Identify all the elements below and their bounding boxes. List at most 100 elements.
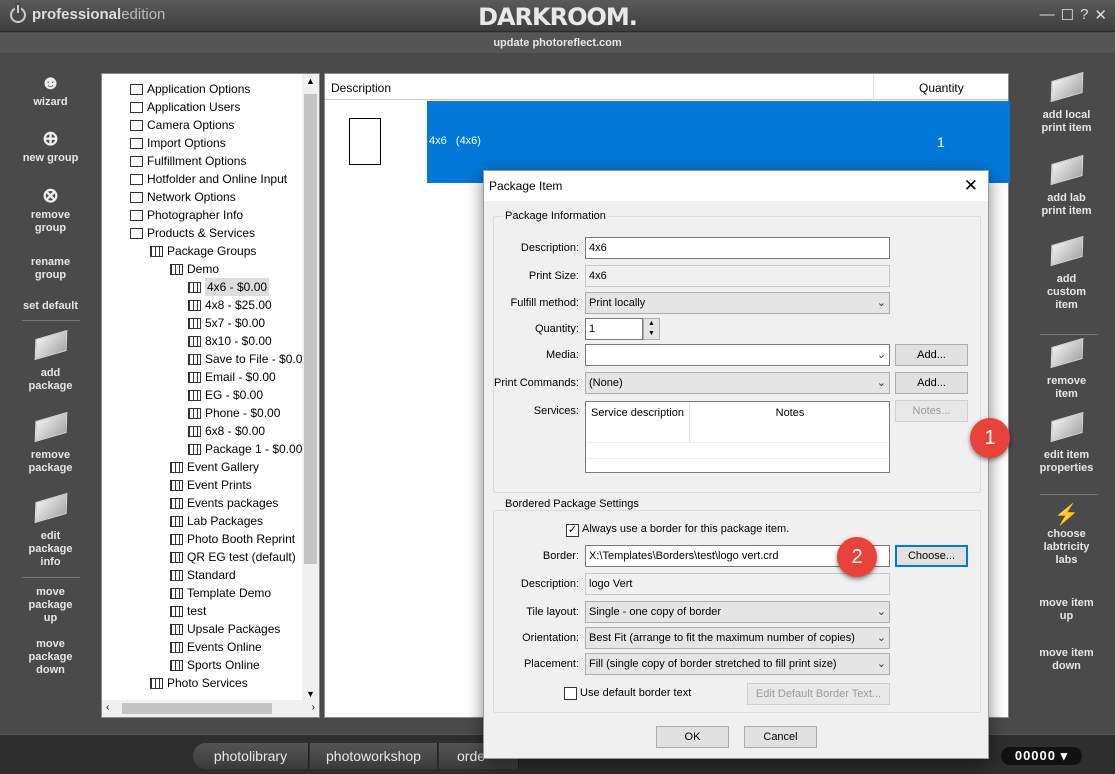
media-add-button[interactable]: Add... bbox=[895, 344, 968, 366]
scroll-right-icon[interactable]: › bbox=[312, 702, 315, 713]
wizard-button[interactable]: ☻ wizard bbox=[0, 72, 101, 109]
print-commands-select[interactable]: (None) ⌄ bbox=[585, 372, 890, 394]
tree-node[interactable]: Application Options bbox=[130, 80, 250, 98]
tree-node[interactable]: Application Users bbox=[130, 98, 240, 116]
remove-package-button[interactable]: remove package bbox=[0, 411, 101, 475]
tab-photoworkshop[interactable]: photoworkshop bbox=[310, 743, 438, 769]
tree-node[interactable]: 4x8 - $25.00 bbox=[188, 296, 272, 314]
quantity-input[interactable]: 1 bbox=[585, 318, 643, 340]
move-package-up-button[interactable]: move package up bbox=[0, 586, 101, 625]
quantity-column-header[interactable]: Quantity bbox=[919, 81, 964, 95]
minimize-icon[interactable]: — bbox=[1040, 6, 1055, 24]
package-grid-icon bbox=[170, 551, 183, 563]
tree-node[interactable]: Save to File - $0.00 bbox=[188, 350, 309, 368]
tree-node[interactable]: 8x10 - $0.00 bbox=[188, 332, 272, 350]
choose-border-button[interactable]: Choose... bbox=[895, 545, 968, 567]
tree-node[interactable]: Fulfillment Options bbox=[130, 152, 246, 170]
edit-default-border-text-button[interactable]: Edit Default Border Text... bbox=[747, 683, 890, 705]
scroll-up-icon[interactable]: ▲ bbox=[306, 76, 315, 86]
edit-item-properties-button[interactable]: edit item properties bbox=[1018, 411, 1115, 475]
add-package-button[interactable]: add package bbox=[0, 329, 101, 393]
choose-labtricity-labs-button[interactable]: ⚡ choose labtricity labs bbox=[1018, 504, 1115, 567]
tree-node[interactable]: Camera Options bbox=[130, 116, 234, 134]
tree-node[interactable]: Event Prints bbox=[170, 476, 252, 494]
help-icon[interactable]: ? bbox=[1080, 6, 1088, 24]
add-lab-print-item-button[interactable]: add lab print item bbox=[1018, 154, 1115, 218]
orientation-select[interactable]: Best Fit (arrange to fit the maximum num… bbox=[585, 627, 890, 649]
tree-node-label: Photographer Info bbox=[147, 208, 244, 222]
tree-node-label: 4x8 - $25.00 bbox=[205, 298, 272, 312]
tree-node[interactable]: Standard bbox=[170, 566, 236, 584]
maximize-icon[interactable]: ☐ bbox=[1061, 6, 1074, 24]
tree-horizontal-scrollbar[interactable]: ‹ › bbox=[102, 700, 319, 717]
remove-package-label: remove package bbox=[28, 449, 73, 474]
quantity-stepper[interactable]: ▲ ▼ bbox=[643, 318, 660, 340]
tile-layout-select[interactable]: Single - one copy of border ⌄ bbox=[585, 601, 890, 623]
tree-node[interactable]: Sports Online bbox=[170, 656, 260, 674]
tree-node[interactable]: Demo bbox=[170, 260, 219, 278]
counter-display[interactable]: 00000 ▾ bbox=[1001, 747, 1082, 765]
tree-node[interactable]: Phone - $0.00 bbox=[188, 404, 280, 422]
notes-column-header[interactable]: Notes bbox=[690, 402, 890, 442]
fulfill-method-select[interactable]: Print locally ⌄ bbox=[585, 292, 890, 314]
tree-node[interactable]: Photo Booth Reprint bbox=[170, 530, 295, 548]
add-local-print-item-button[interactable]: add local print item bbox=[1018, 71, 1115, 135]
tree-node[interactable]: Lab Packages bbox=[170, 512, 263, 530]
tree-node[interactable]: EG - $0.00 bbox=[188, 386, 263, 404]
remove-group-button[interactable]: ⊗ remove group bbox=[0, 185, 101, 235]
move-item-down-button[interactable]: move item down bbox=[1018, 647, 1115, 673]
tree-node[interactable]: Package Groups bbox=[150, 242, 256, 260]
tree-node[interactable]: Package 1 - $0.00 bbox=[188, 440, 302, 458]
tree-node[interactable]: Template Demo bbox=[170, 584, 271, 602]
close-icon[interactable]: ✕ bbox=[964, 176, 978, 196]
tree-node[interactable]: Events packages bbox=[170, 494, 278, 512]
notes-button[interactable]: Notes... bbox=[895, 400, 968, 422]
tree-vertical-scrollbar[interactable]: ▲ ▼ bbox=[302, 74, 319, 701]
media-select[interactable]: ⌄ bbox=[585, 344, 890, 366]
scroll-thumb[interactable] bbox=[304, 94, 317, 564]
tree-node[interactable]: 6x8 - $0.00 bbox=[188, 422, 265, 440]
tree-node[interactable]: Photographer Info bbox=[130, 206, 243, 224]
tree-node[interactable]: Import Options bbox=[130, 134, 226, 152]
print-commands-add-button[interactable]: Add... bbox=[895, 372, 968, 394]
tree-node[interactable]: Photo Services bbox=[150, 674, 248, 692]
placement-select[interactable]: Fill (single copy of border stretched to… bbox=[585, 653, 890, 675]
media-label: Media: bbox=[545, 349, 579, 361]
ok-button[interactable]: OK bbox=[656, 726, 729, 748]
new-group-button[interactable]: ⊕ new group bbox=[0, 128, 101, 165]
update-link[interactable]: update photoreflect.com bbox=[0, 33, 1115, 53]
set-default-button[interactable]: set default bbox=[0, 300, 101, 313]
description-column-header[interactable]: Description bbox=[331, 81, 391, 95]
tree-node[interactable]: Products & Services bbox=[130, 224, 255, 242]
callout-2: 2 bbox=[837, 537, 877, 577]
rename-group-button[interactable]: rename group bbox=[0, 256, 101, 282]
tree-node[interactable]: Event Gallery bbox=[170, 458, 259, 476]
remove-item-button[interactable]: remove item bbox=[1018, 337, 1115, 401]
hscroll-thumb[interactable] bbox=[122, 703, 272, 714]
cancel-button[interactable]: Cancel bbox=[744, 726, 817, 748]
edit-package-info-button[interactable]: edit package info bbox=[0, 492, 101, 569]
move-package-down-button[interactable]: move package down bbox=[0, 638, 101, 677]
tree-node[interactable]: Upsale Packages bbox=[170, 620, 280, 638]
default-border-text-checkbox[interactable] bbox=[564, 687, 577, 700]
tree-node[interactable]: 4x6 - $0.00 bbox=[188, 278, 270, 296]
scroll-down-icon[interactable]: ▼ bbox=[306, 689, 315, 699]
services-list[interactable]: Service description Notes bbox=[585, 401, 890, 473]
scroll-left-icon[interactable]: ‹ bbox=[106, 702, 109, 713]
tree-node[interactable]: Network Options bbox=[130, 188, 236, 206]
tree-node[interactable]: Events Online bbox=[170, 638, 262, 656]
always-border-checkbox[interactable]: ✓ bbox=[566, 524, 579, 537]
package-grid-icon bbox=[188, 443, 201, 455]
move-item-up-button[interactable]: move item up bbox=[1018, 597, 1115, 623]
close-window-icon[interactable]: ✕ bbox=[1094, 6, 1107, 24]
tree-node[interactable]: Hotfolder and Online Input bbox=[130, 170, 287, 188]
add-package-label: add package bbox=[28, 367, 73, 392]
add-custom-item-button[interactable]: add custom item bbox=[1018, 235, 1115, 312]
description-input[interactable]: 4x6 bbox=[585, 237, 890, 259]
service-description-column-header[interactable]: Service description bbox=[586, 402, 690, 442]
tab-photolibrary[interactable]: photolibrary bbox=[193, 743, 309, 769]
tree-node[interactable]: QR EG test (default) bbox=[170, 548, 296, 566]
tree-node[interactable]: test bbox=[170, 602, 206, 620]
tree-node[interactable]: 5x7 - $0.00 bbox=[188, 314, 265, 332]
tree-node[interactable]: Email - $0.00 bbox=[188, 368, 276, 386]
